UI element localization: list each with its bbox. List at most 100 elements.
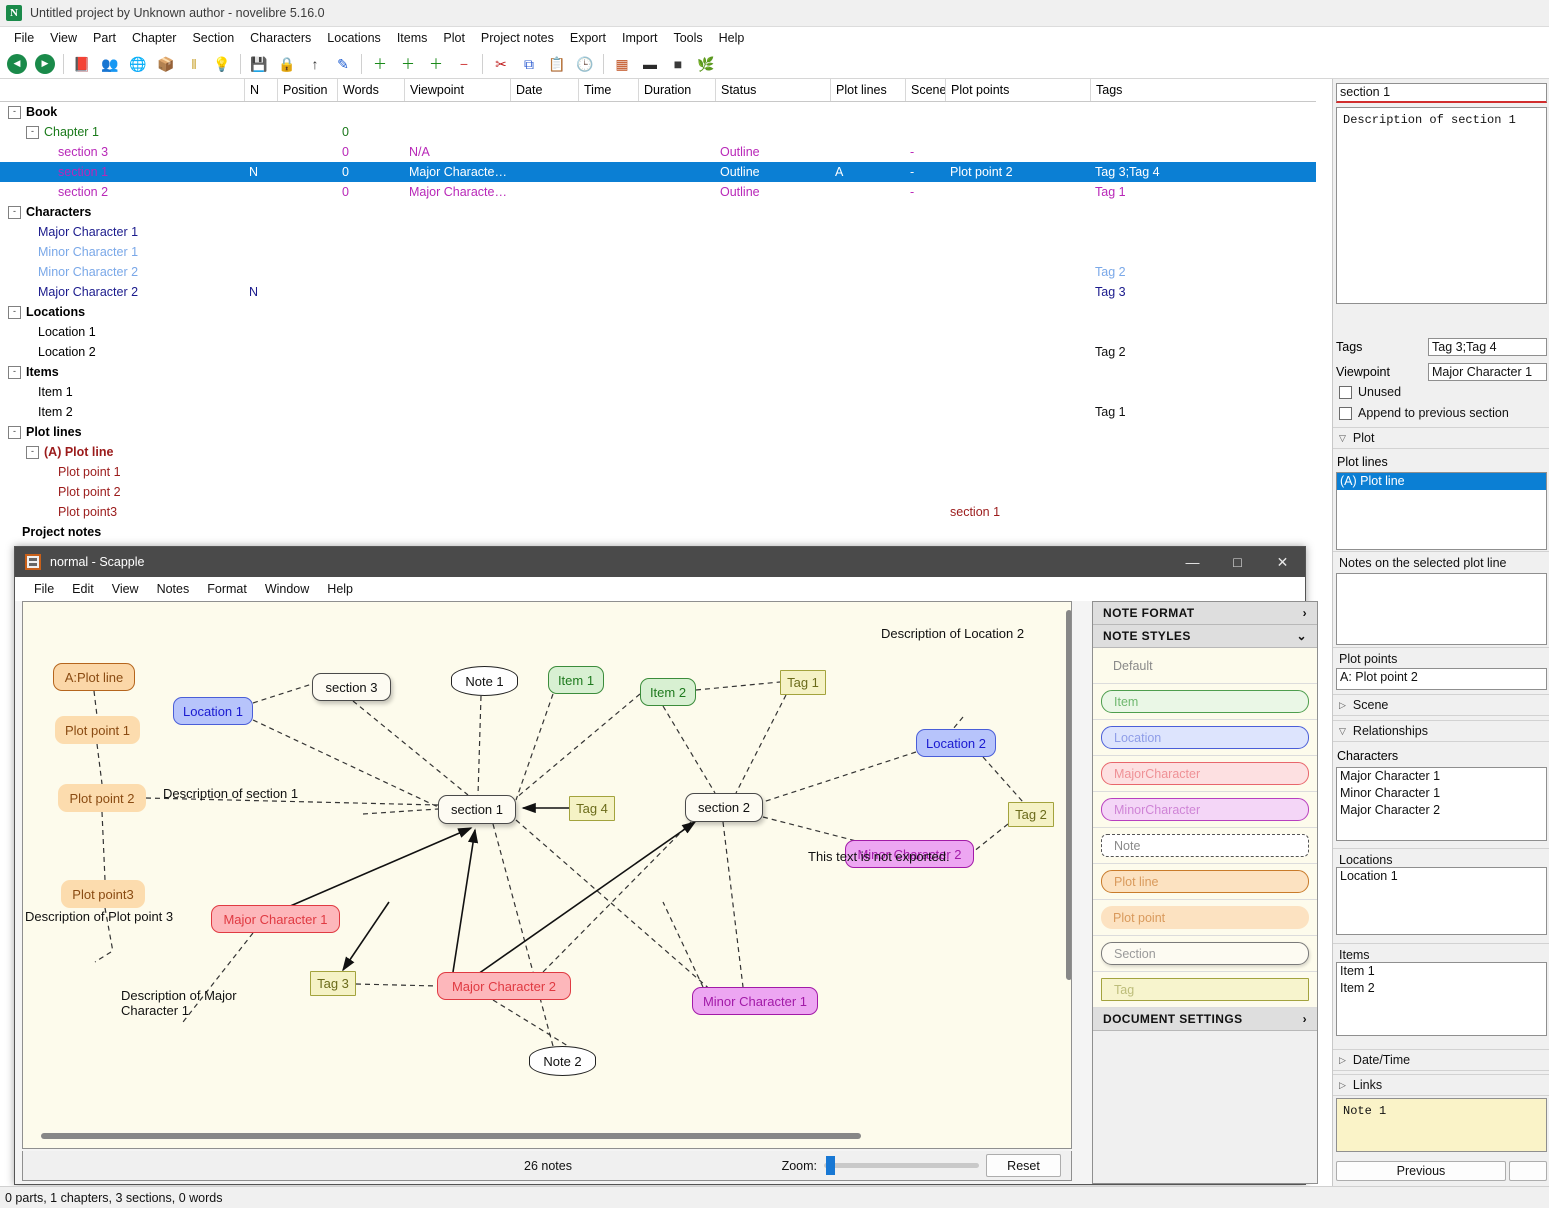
unused-checkbox[interactable]: Unused: [1339, 385, 1401, 399]
menu-chapter[interactable]: Chapter: [124, 29, 184, 47]
note-style-row[interactable]: Tag: [1093, 972, 1317, 1008]
note-style-note[interactable]: Note: [1101, 834, 1309, 857]
menu-characters[interactable]: Characters: [242, 29, 319, 47]
scapple-canvas[interactable]: A:Plot line Plot point 1 Plot point 2 Plot …: [22, 601, 1072, 1149]
maximize-icon[interactable]: □: [1215, 547, 1260, 577]
daily-progress-icon[interactable]: ▬: [637, 51, 663, 77]
timeline-icon[interactable]: 🕒: [572, 51, 598, 77]
menu-tools[interactable]: Tools: [665, 29, 710, 47]
menu-project-notes[interactable]: Project notes: [473, 29, 562, 47]
plot-grid-icon[interactable]: ■: [665, 51, 691, 77]
note-style-row[interactable]: MinorCharacter: [1093, 792, 1317, 828]
tree-rows[interactable]: - Book - Chapter 1 0 section 3 0 N/A Outline - sec…: [0, 102, 1316, 542]
node-tag-1[interactable]: Tag 1: [780, 670, 826, 695]
row-item-1[interactable]: Item 1: [0, 382, 1316, 402]
lock-icon[interactable]: 🔒: [274, 51, 300, 77]
node-plot-point-2[interactable]: Plot point 2: [58, 784, 146, 812]
plot-notes-textarea[interactable]: [1336, 573, 1547, 645]
column-header-scene[interactable]: Scene: [905, 79, 946, 101]
book-icon[interactable]: 📕: [69, 51, 95, 77]
note-style-row[interactable]: Note: [1093, 828, 1317, 864]
copy-icon[interactable]: ⧉: [516, 51, 542, 77]
document-settings-header[interactable]: DOCUMENT SETTINGS ›: [1093, 1008, 1317, 1031]
node-location-1[interactable]: Location 1: [173, 697, 253, 725]
characters-icon[interactable]: 👥: [97, 51, 123, 77]
scapple-menu-format[interactable]: Format: [198, 580, 256, 598]
note-style-tag[interactable]: Tag: [1101, 978, 1309, 1001]
expander-icon[interactable]: -: [8, 306, 21, 320]
expander-icon[interactable]: -: [26, 126, 39, 140]
row-chapter-1[interactable]: - Chapter 1 0: [0, 122, 1316, 142]
column-header-words[interactable]: Words: [337, 79, 404, 101]
items-icon[interactable]: 📦: [153, 51, 179, 77]
row-major-character-2[interactable]: Major Character 2 N Tag 3: [0, 282, 1316, 302]
zoom-slider[interactable]: [824, 1156, 979, 1175]
menu-view[interactable]: View: [42, 29, 85, 47]
append-checkbox-box[interactable]: [1339, 406, 1352, 420]
expander-icon[interactable]: -: [26, 446, 39, 460]
note-style-row[interactable]: Default: [1093, 648, 1317, 684]
property-title-input[interactable]: section 1: [1336, 83, 1547, 103]
row-section-3[interactable]: section 3 0 N/A Outline -: [0, 142, 1316, 162]
row-section-2[interactable]: section 2 0 Major Character 2 Outline - Tag 1: [0, 182, 1316, 202]
relationships-section-header[interactable]: ▽ Relationships: [1333, 720, 1549, 742]
menu-section[interactable]: Section: [184, 29, 242, 47]
plot-point-list-item[interactable]: A: Plot point 2: [1337, 669, 1546, 686]
node-major-character-2[interactable]: Major Character 2: [437, 972, 571, 1000]
scapple-window[interactable]: normal - Scapple — □ ✕ File Edit View Notes…: [14, 546, 1318, 1185]
plot-lines-list[interactable]: (A) Plot line: [1336, 472, 1547, 550]
unused-checkbox-box[interactable]: [1339, 385, 1352, 399]
row-plot-line-a[interactable]: - (A) Plot line: [0, 442, 1316, 462]
row-location-1[interactable]: Location 1: [0, 322, 1316, 342]
matrix-icon[interactable]: ▦: [609, 51, 635, 77]
row-location-2[interactable]: Location 2 Tag 2: [0, 342, 1316, 362]
column-header-name[interactable]: [0, 79, 244, 101]
property-description-textarea[interactable]: Description of section 1: [1336, 107, 1547, 304]
add-parent-icon[interactable]: ＋: [423, 51, 449, 77]
locations-list[interactable]: Location 1: [1336, 867, 1547, 935]
items-list[interactable]: Item 1 Item 2: [1336, 962, 1547, 1036]
menu-plot[interactable]: Plot: [435, 29, 473, 47]
scapple-window-controls[interactable]: — □ ✕: [1170, 547, 1305, 577]
cut-icon[interactable]: ✂: [488, 51, 514, 77]
menu-import[interactable]: Import: [614, 29, 665, 47]
add-child-icon[interactable]: ＋: [395, 51, 421, 77]
tags-input[interactable]: Tag 3;Tag 4: [1428, 338, 1547, 356]
expander-icon[interactable]: -: [8, 106, 21, 120]
append-to-previous-checkbox[interactable]: Append to previous section: [1339, 406, 1509, 420]
text-this-text-is-not-exported[interactable]: This text is not exported.: [808, 849, 1008, 864]
save-icon[interactable]: 💾: [246, 51, 272, 77]
character-list-item[interactable]: Major Character 2: [1337, 802, 1546, 819]
row-project-notes[interactable]: Project notes: [0, 522, 1316, 542]
row-plot-lines[interactable]: - Plot lines: [0, 422, 1316, 442]
row-locations[interactable]: - Locations: [0, 302, 1316, 322]
character-list-item[interactable]: Minor Character 1: [1337, 785, 1546, 802]
node-tag-2[interactable]: Tag 2: [1008, 802, 1054, 827]
note-style-minorcharacter[interactable]: MinorCharacter: [1101, 798, 1309, 821]
minimize-icon[interactable]: —: [1170, 547, 1215, 577]
note-style-section[interactable]: Section: [1101, 942, 1309, 965]
go-forward-icon[interactable]: ▶: [35, 53, 55, 74]
note-style-default[interactable]: Default: [1101, 654, 1309, 677]
node-tag-3[interactable]: Tag 3: [310, 971, 356, 996]
node-tag-4[interactable]: Tag 4: [569, 796, 615, 821]
row-plot-point-3[interactable]: Plot point3 section 1: [0, 502, 1316, 522]
text-description-of-location-2[interactable]: Description of Location 2: [881, 626, 1071, 641]
column-header-plot-lines[interactable]: Plot lines: [830, 79, 908, 101]
column-header-duration[interactable]: Duration: [638, 79, 715, 101]
expander-icon[interactable]: -: [8, 366, 21, 380]
menu-help[interactable]: Help: [711, 29, 753, 47]
item-list-item[interactable]: Item 1: [1337, 963, 1546, 980]
menu-items[interactable]: Items: [389, 29, 436, 47]
node-section-2[interactable]: section 2: [685, 793, 763, 822]
zoom-control[interactable]: Zoom: Reset: [782, 1154, 1061, 1177]
previous-button[interactable]: Previous: [1336, 1161, 1506, 1181]
scapple-menu-notes[interactable]: Notes: [148, 580, 199, 598]
text-description-of-major-character-1[interactable]: Description of Major Character 1: [121, 988, 281, 1018]
row-characters[interactable]: - Characters: [0, 202, 1316, 222]
menu-part[interactable]: Part: [85, 29, 124, 47]
scapple-menu-window[interactable]: Window: [256, 580, 318, 598]
column-header-viewpoint[interactable]: Viewpoint: [404, 79, 510, 101]
column-header-status[interactable]: Status: [715, 79, 830, 101]
column-header-plot-points[interactable]: Plot points: [945, 79, 1090, 101]
